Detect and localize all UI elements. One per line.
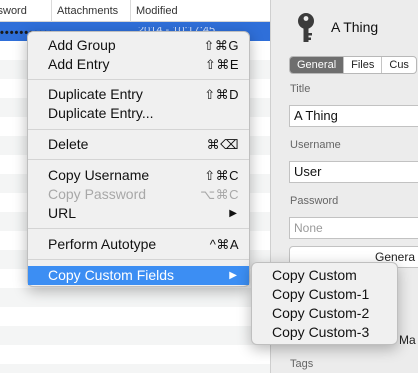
password-label: Password	[290, 195, 339, 207]
menu-item-label: Add Group	[48, 37, 116, 53]
app-window: ssword Attachments Modified •	[0, 0, 418, 373]
username-field[interactable]: User	[289, 161, 418, 183]
menu-item-label: Copy Username	[48, 167, 150, 183]
menu-item-label: Duplicate Entry...	[48, 105, 154, 121]
tags-label: Tags	[290, 358, 314, 370]
context-menu: Add Group ⇧⌘G Add Entry ⇧⌘E Duplicate En…	[27, 31, 250, 287]
menu-item-add-group[interactable]: Add Group ⇧⌘G	[28, 36, 249, 55]
entry-title: A Thing	[331, 19, 379, 35]
submenu-item-copy-custom-2[interactable]: Copy Custom-2	[252, 304, 397, 323]
menu-item-shortcut: ⇧⌘C	[204, 168, 239, 183]
menu-separator	[28, 159, 249, 160]
menu-separator	[28, 79, 249, 80]
key-icon	[298, 13, 314, 42]
menu-item-label: Add Entry	[48, 56, 110, 72]
table-row[interactable]	[0, 345, 270, 364]
table-header: ssword Attachments Modified	[0, 0, 270, 22]
menu-item-label: URL	[48, 205, 77, 221]
table-row[interactable]	[0, 326, 270, 345]
menu-item-label: Copy Custom Fields	[48, 267, 175, 283]
menu-item-shortcut: ⇧⌘D	[204, 87, 239, 102]
menu-item-duplicate-entry-ellipsis[interactable]: Duplicate Entry...	[28, 104, 249, 123]
menu-item-copy-password: Copy Password ⌥⌘C	[28, 185, 249, 204]
menu-item-label: Duplicate Entry	[48, 86, 143, 102]
table-row[interactable]	[0, 364, 270, 373]
menu-item-add-entry[interactable]: Add Entry ⇧⌘E	[28, 55, 249, 74]
menu-item-perform-autotype[interactable]: Perform Autotype ^⌘A	[28, 235, 249, 254]
menu-item-shortcut: ⇧⌘E	[204, 57, 239, 72]
menu-item-shortcut: ^⌘A	[209, 237, 239, 252]
submenu-arrow-icon: ▶	[229, 270, 237, 281]
tab-general[interactable]: General	[290, 57, 345, 73]
submenu-item-copy-custom-3[interactable]: Copy Custom-3	[252, 323, 397, 342]
menu-item-duplicate-entry[interactable]: Duplicate Entry ⇧⌘D	[28, 85, 249, 104]
menu-item-copy-username[interactable]: Copy Username ⇧⌘C	[28, 166, 249, 185]
menu-separator	[28, 228, 249, 229]
menu-item-label: Perform Autotype	[48, 236, 157, 252]
tab-files[interactable]: Files	[344, 57, 383, 73]
tab-custom[interactable]: Cus	[382, 57, 416, 73]
menu-item-url[interactable]: URL ▶	[28, 204, 249, 223]
password-field[interactable]: None	[289, 217, 418, 239]
column-header-password[interactable]: ssword	[0, 0, 52, 22]
menu-item-shortcut: ⇧⌘G	[203, 38, 239, 53]
detail-tabs: General Files Cus	[289, 56, 417, 74]
column-header-attachments[interactable]: Attachments	[52, 0, 131, 22]
column-header-modified[interactable]: Modified	[131, 0, 270, 22]
title-field[interactable]: A Thing	[289, 105, 418, 127]
submenu-item-copy-custom-1[interactable]: Copy Custom-1	[252, 285, 397, 304]
title-label: Title	[290, 83, 311, 95]
partial-field-text: Ma	[399, 333, 416, 347]
copy-custom-fields-submenu: Copy Custom Copy Custom-1 Copy Custom-2 …	[251, 262, 398, 345]
menu-item-copy-custom-fields[interactable]: Copy Custom Fields ▶	[28, 266, 249, 285]
menu-item-shortcut: ⌥⌘C	[200, 187, 239, 202]
menu-item-label: Copy Password	[48, 186, 147, 202]
submenu-arrow-icon: ▶	[229, 208, 237, 219]
menu-separator	[28, 259, 249, 260]
menu-item-shortcut: ⌘⌫	[206, 137, 239, 152]
table-row[interactable]	[0, 288, 270, 307]
table-row[interactable]	[0, 307, 270, 326]
menu-item-delete[interactable]: Delete ⌘⌫	[28, 135, 249, 154]
menu-separator	[28, 129, 249, 130]
menu-item-label: Delete	[48, 136, 89, 152]
submenu-item-copy-custom[interactable]: Copy Custom	[252, 266, 397, 285]
username-label: Username	[290, 139, 341, 151]
